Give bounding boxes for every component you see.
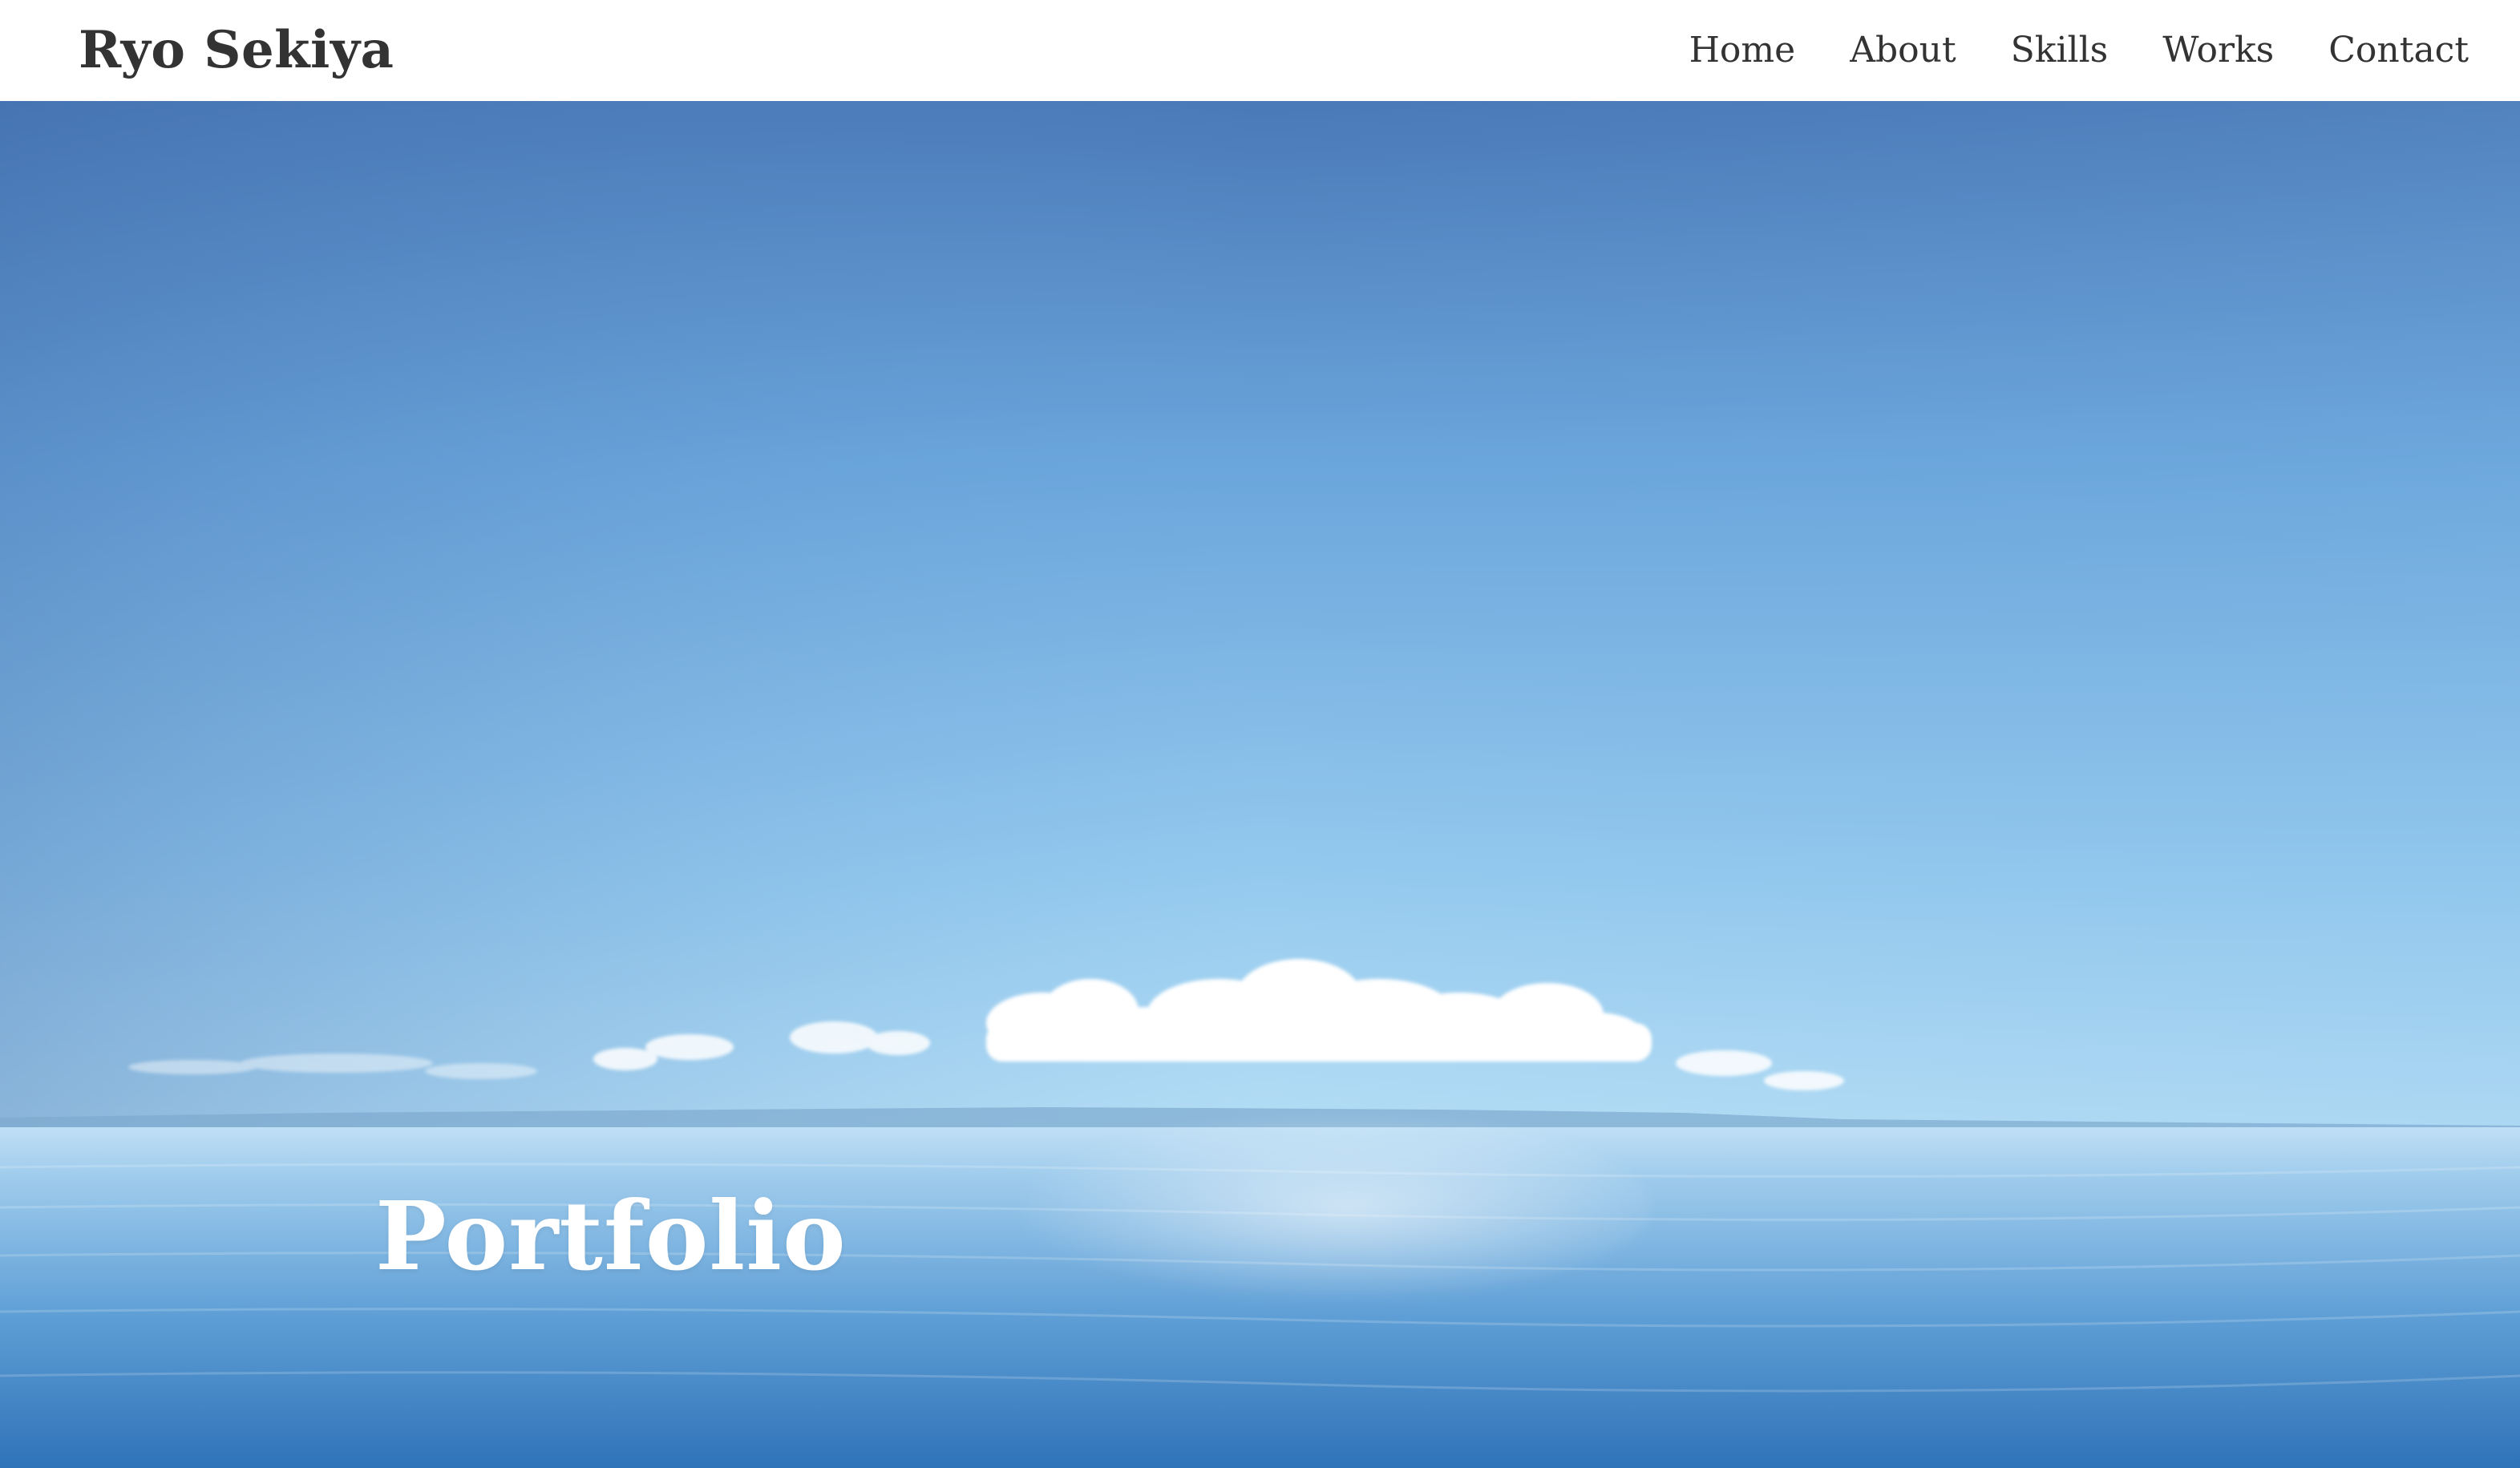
nav-home-link[interactable]: Home: [1689, 33, 1796, 68]
nav-contact-link[interactable]: Contact: [2328, 33, 2469, 68]
nav-about-link[interactable]: About: [1850, 33, 1956, 68]
main-nav: Home About Skills Works Contact: [1689, 33, 2469, 68]
site-header: Ryo Sekiya Home About Skills Works Conta…: [0, 0, 2520, 101]
page: Ryo Sekiya Home About Skills Works Conta…: [0, 0, 2520, 1468]
nav-skills-link[interactable]: Skills: [2011, 33, 2109, 68]
hero-title: Portfolio: [375, 1180, 847, 1292]
hero-section: Portfolio: [0, 101, 2520, 1468]
nav-works-link[interactable]: Works: [2162, 33, 2274, 68]
site-brand[interactable]: Ryo Sekiya: [79, 25, 394, 76]
